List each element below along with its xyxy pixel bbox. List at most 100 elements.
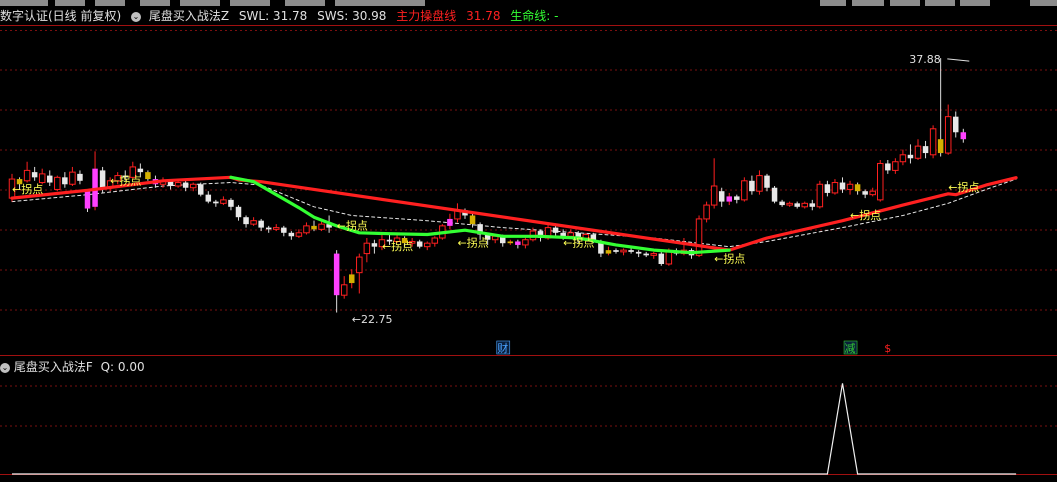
candle-body: [960, 132, 967, 140]
sub-grid: [0, 385, 1057, 475]
candle-body: [47, 175, 53, 183]
candle-29: [228, 198, 234, 211]
candle-body: [665, 251, 673, 265]
candle-106: [809, 199, 816, 211]
candle-body: [281, 227, 287, 233]
candle-body: [809, 203, 816, 207]
candle-28: [220, 196, 227, 206]
candle-124: [944, 104, 952, 155]
candle-36: [281, 225, 287, 237]
candle-114: [869, 187, 876, 197]
candle-104: [794, 201, 800, 209]
candle-body: [198, 184, 204, 195]
candle-body: [189, 183, 197, 189]
candle-body: [929, 128, 937, 156]
candle-body: [922, 146, 929, 154]
candle-44: [340, 276, 348, 299]
candle-5: [47, 170, 53, 186]
candle-100: [764, 173, 770, 192]
indicator-settings-icon[interactable]: ⌄: [131, 11, 142, 22]
candle-body: [447, 218, 453, 226]
candle-body: [318, 223, 325, 230]
sub-indicator-settings-icon[interactable]: ⌄: [0, 362, 10, 373]
indicator-title[interactable]: 尾盘买入战法Z: [149, 9, 229, 23]
candle-body: [77, 173, 83, 181]
candle-body: [174, 182, 182, 187]
candle-body: [741, 180, 748, 201]
candle-body: [839, 182, 846, 190]
event-marker: 减: [845, 342, 856, 355]
candle-39: [303, 222, 310, 235]
candle-55: [424, 241, 431, 251]
candle-body: [62, 177, 68, 185]
candle-23: [182, 180, 189, 192]
candle-86: [658, 251, 665, 266]
candle-83: [635, 250, 642, 258]
candle-body: [205, 194, 212, 202]
candle-body: [816, 183, 824, 208]
candle-body: [771, 187, 778, 202]
candle-59: [454, 203, 461, 223]
candle-body: [944, 116, 952, 154]
candle-101: [771, 186, 778, 204]
candle-120: [914, 139, 922, 160]
candle-body: [854, 184, 861, 192]
candle-31: [243, 215, 249, 228]
candle-body: [726, 196, 732, 202]
candle-117: [892, 158, 899, 174]
candle-body: [340, 284, 348, 296]
candle-27: [213, 199, 219, 207]
candle-47: [363, 238, 371, 263]
candle-4: [38, 168, 46, 185]
candle-body: [846, 183, 854, 190]
candle-body: [31, 172, 38, 178]
candle-body: [431, 237, 439, 244]
symbol-title[interactable]: 数字认证(日线 前复权): [0, 9, 121, 23]
candle-2: [23, 161, 31, 183]
candle-body: [756, 175, 763, 192]
candle-111: [846, 180, 854, 195]
candle-125: [953, 111, 959, 138]
candle-118: [899, 149, 907, 166]
candle-46: [356, 253, 363, 294]
candle-body: [877, 162, 884, 201]
candle-109: [831, 179, 839, 195]
turning-point-label: ←拐点: [714, 251, 745, 265]
candle-body: [243, 217, 249, 225]
high-price-label: 37.88: [909, 53, 941, 66]
candle-body: [885, 163, 891, 171]
candle-35: [273, 224, 280, 232]
main-line-value: 31.78: [466, 9, 501, 23]
candle-body: [23, 169, 31, 182]
candle-body: [794, 203, 800, 207]
sub-indicator-title[interactable]: 尾盘买入战法F: [14, 360, 93, 374]
candle-126: [960, 128, 967, 143]
event-markers: 财 减 $: [496, 340, 891, 355]
candle-95: [726, 192, 732, 206]
high-price-pointer: [947, 58, 970, 62]
candle-110: [839, 177, 846, 193]
candle-112: [854, 182, 861, 195]
candle-97: [741, 177, 748, 202]
candle-body: [703, 204, 710, 220]
candle-body: [424, 242, 431, 248]
candle-body: [734, 196, 740, 200]
candle-body: [363, 242, 371, 255]
main-grid: [0, 25, 1057, 356]
candle-body: [658, 253, 665, 264]
candle-body: [265, 227, 272, 230]
candle-7: [62, 172, 68, 188]
swl-value: SWL: 31.78: [238, 9, 308, 23]
event-marker: $: [884, 342, 891, 355]
candle-body: [643, 253, 649, 256]
candle-56: [431, 236, 439, 247]
candle-body: [869, 190, 876, 196]
candle-body: [371, 243, 378, 247]
candle-67: [515, 239, 521, 249]
candle-80: [613, 248, 619, 254]
candle-body: [38, 173, 46, 184]
main-chart-header: 数字认证(日线 前复权) ⌄ 尾盘买入战法Z SWL: 31.78 SWS: 3…: [0, 7, 565, 25]
candle-body: [235, 206, 242, 218]
candle-body: [507, 241, 514, 244]
candle-body: [764, 175, 770, 188]
